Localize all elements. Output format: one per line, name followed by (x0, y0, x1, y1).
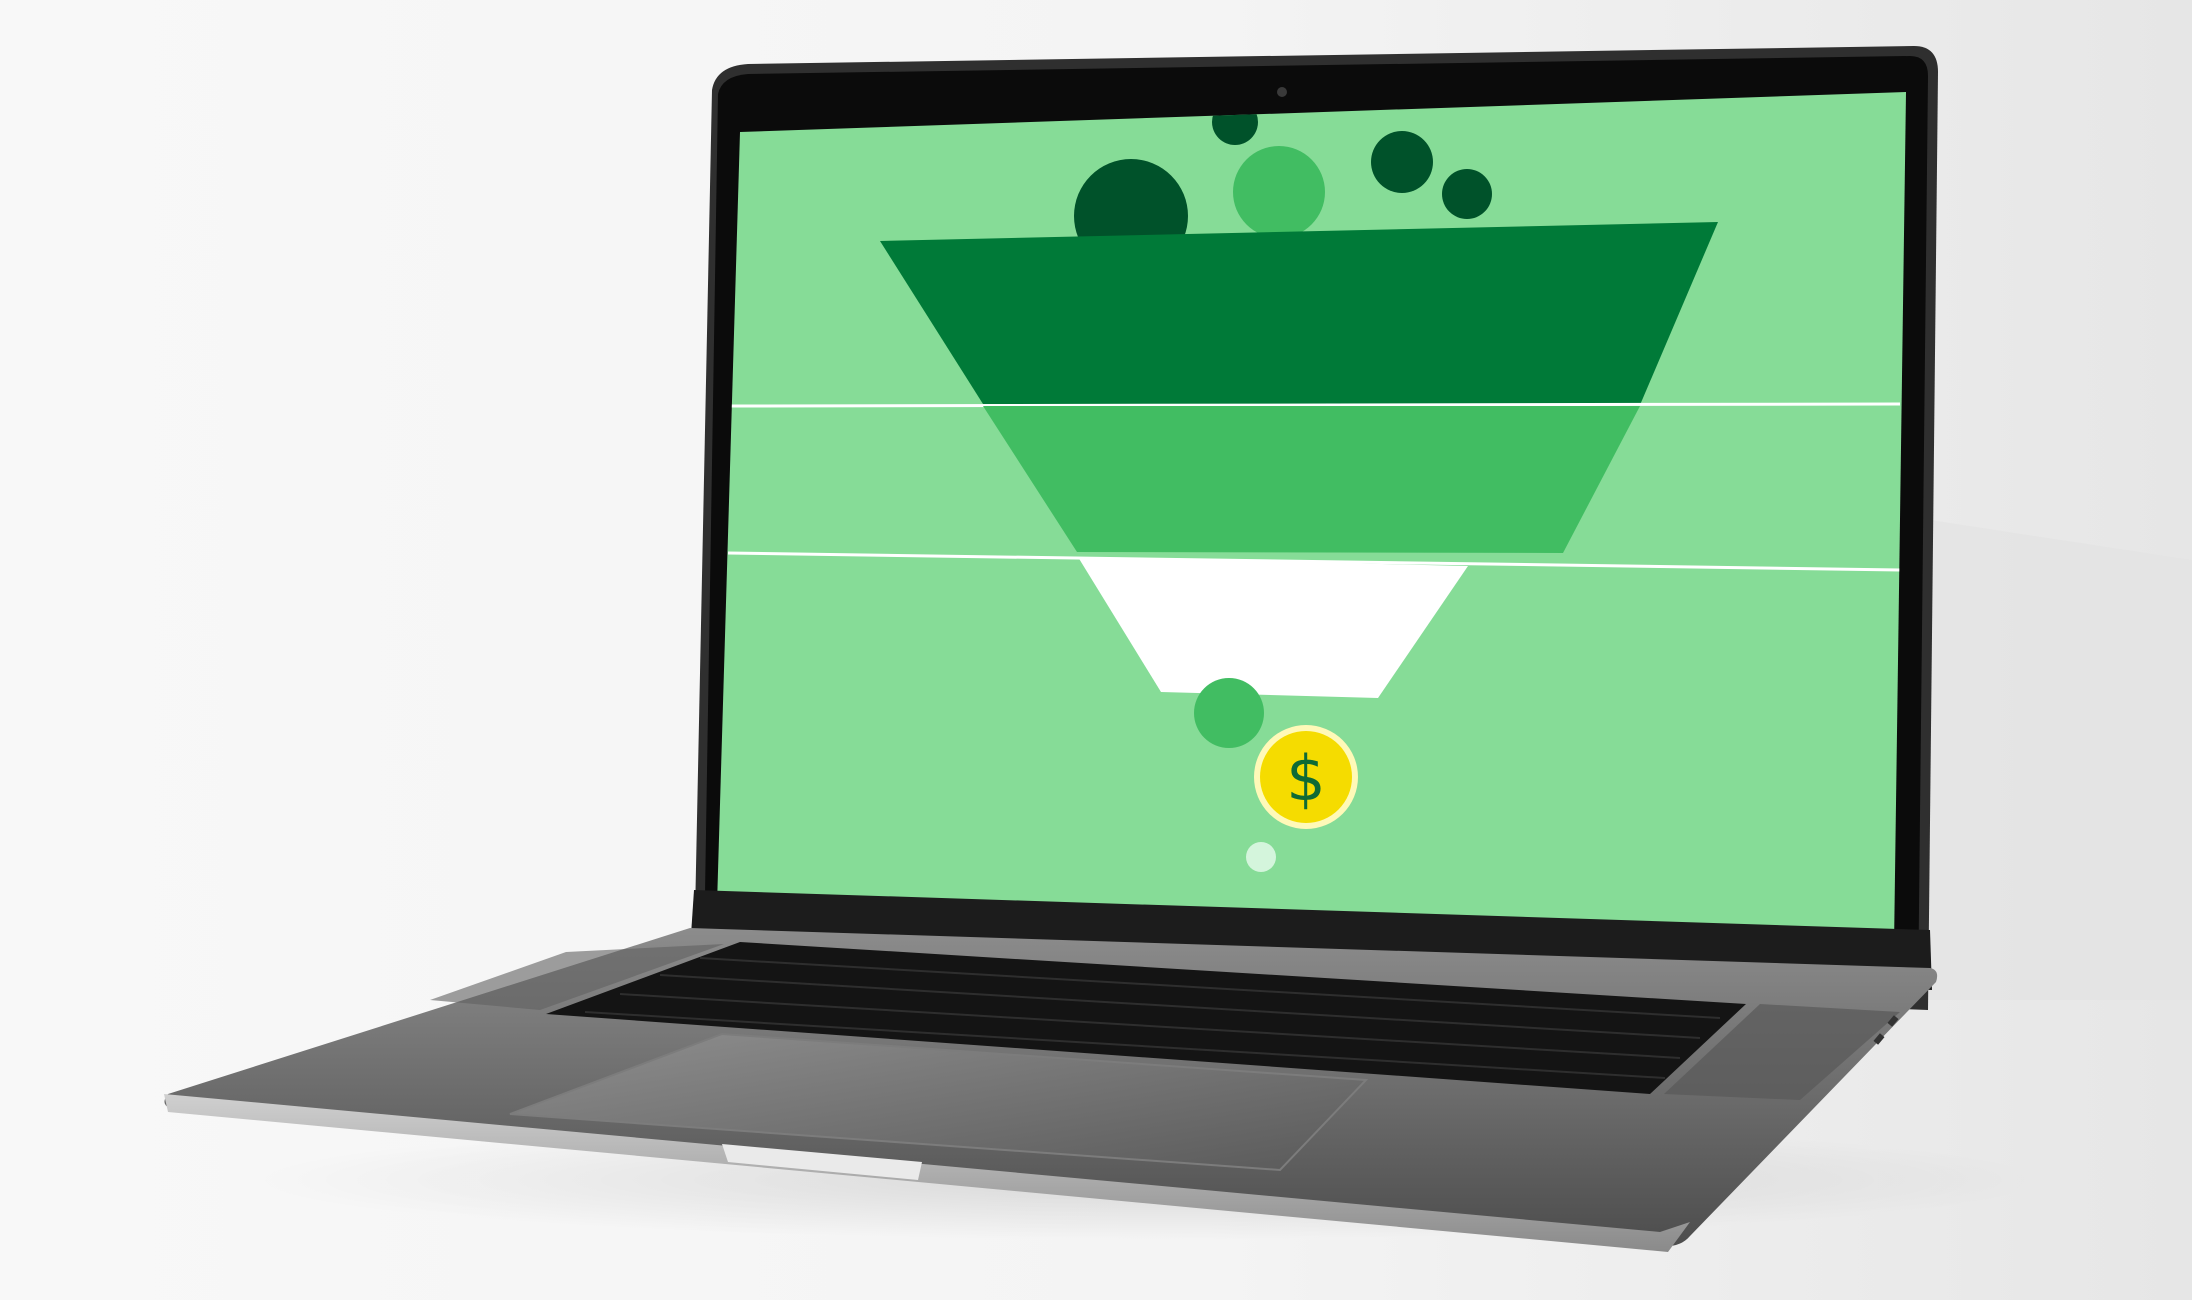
bubble-dark-medium (1371, 131, 1433, 193)
bubble-dark-small (1442, 169, 1492, 219)
webcam-icon (1277, 87, 1287, 97)
funnel-divider-1 (729, 402, 1901, 408)
funnel-stage-top (880, 222, 1718, 405)
bubble-light-bottom (1246, 842, 1276, 872)
laptop-scene: $ (0, 0, 2192, 1300)
dollar-coin-icon: $ (1254, 725, 1358, 829)
screen-display: $ (717, 92, 1906, 946)
bubble-mid-large (1233, 146, 1325, 238)
funnel-stage-middle (983, 406, 1640, 553)
coin-symbol: $ (1286, 742, 1325, 815)
background-shadow (1900, 520, 2192, 1000)
bubble-mid-bottom (1194, 678, 1264, 748)
